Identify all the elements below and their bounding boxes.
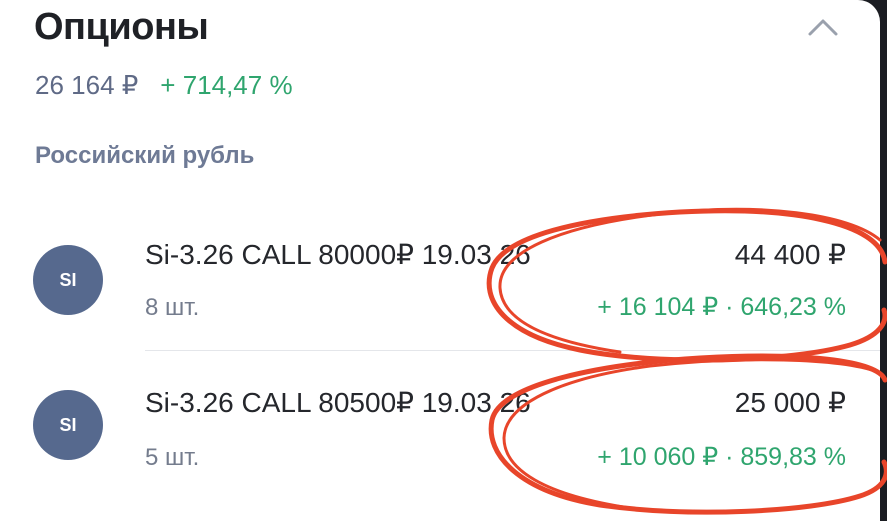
position-name: Si-3.26 CALL 80500₽ 19.03.26 <box>145 387 531 418</box>
currency-group-label: Российский рубль <box>35 142 255 169</box>
avatar: SI <box>33 390 103 460</box>
options-card: Опционы 26 164 ₽ + 714,47 % Российский р… <box>0 0 880 521</box>
position-name: Si-3.26 CALL 80000₽ 19.03.26 <box>145 239 531 270</box>
position-value: 44 400 ₽ <box>734 239 846 270</box>
position-value: 25 000 ₽ <box>734 387 846 418</box>
position-quantity: 5 шт. <box>145 444 200 471</box>
position-quantity: 8 шт. <box>145 294 200 321</box>
portfolio-summary: 26 164 ₽ + 714,47 % <box>35 70 293 101</box>
avatar: SI <box>33 245 103 315</box>
position-row[interactable]: SI Si-3.26 CALL 80000₽ 19.03.26 8 шт. 44… <box>0 220 880 321</box>
position-row[interactable]: SI Si-3.26 CALL 80500₽ 19.03.26 5 шт. 25… <box>0 372 880 472</box>
divider <box>145 350 880 351</box>
total-change: + 714,47 % <box>160 70 293 100</box>
section-title: Опционы <box>34 6 209 48</box>
position-change: + 16 104 ₽ · 646,23 % <box>597 293 846 321</box>
chevron-up-icon[interactable] <box>806 16 840 38</box>
total-value: 26 164 ₽ <box>35 70 139 100</box>
position-change: + 10 060 ₽ · 859,83 % <box>597 443 846 471</box>
